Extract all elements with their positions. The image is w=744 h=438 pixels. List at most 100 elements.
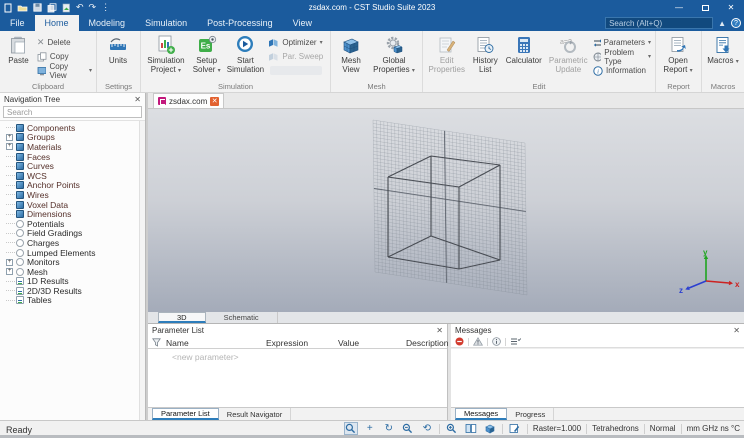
- macros-button[interactable]: Macros ▾: [704, 33, 742, 83]
- tree-item-lumped-elements[interactable]: Lumped Elements: [6, 248, 139, 258]
- tree-item-dimensions[interactable]: Dimensions: [6, 209, 139, 219]
- tree-item-voxel-data[interactable]: Voxel Data: [6, 200, 139, 210]
- tab-close-icon[interactable]: ✕: [210, 96, 220, 106]
- close-icon[interactable]: ✕: [733, 326, 740, 335]
- open-file-icon[interactable]: [17, 3, 28, 12]
- rotate-icon[interactable]: ↻: [382, 422, 396, 435]
- expand-icon[interactable]: +: [6, 268, 13, 276]
- bounding-box-icon[interactable]: [483, 422, 497, 435]
- document-tab[interactable]: zsdax.com ✕: [153, 93, 225, 108]
- simulation-project-button[interactable]: Simulation Project ▾: [143, 33, 189, 83]
- bottom-tab-progress[interactable]: Progress: [507, 408, 555, 420]
- warnings-filter-icon[interactable]: [473, 337, 483, 346]
- column-header-expression[interactable]: Expression: [266, 338, 308, 348]
- edit-properties-button[interactable]: Edit Properties: [425, 33, 468, 83]
- search-input[interactable]: [609, 18, 720, 28]
- bottom-tab-messages[interactable]: Messages: [455, 408, 508, 420]
- tree-search-box[interactable]: [3, 106, 142, 118]
- column-header-description[interactable]: Description: [406, 338, 449, 348]
- open-report-button[interactable]: Open Report ▾: [658, 33, 698, 83]
- filter-icon[interactable]: [152, 338, 161, 347]
- save-icon[interactable]: [33, 3, 42, 12]
- menu-tab-modeling[interactable]: Modeling: [79, 15, 136, 31]
- bottom-tab-result-navigator[interactable]: Result Navigator: [219, 408, 292, 420]
- history-list-icon: [474, 35, 496, 55]
- tree-item-mesh[interactable]: + Mesh: [6, 267, 139, 277]
- minimize-button[interactable]: —: [666, 0, 692, 15]
- pan-icon[interactable]: +: [363, 422, 377, 435]
- information-button[interactable]: i Information: [591, 64, 653, 77]
- tree-item-materials[interactable]: + Materials: [6, 142, 139, 152]
- column-header-name[interactable]: Name: [166, 338, 189, 348]
- parametric-update-button[interactable]: a=? Parametric Update: [546, 33, 591, 83]
- zoom-select-icon[interactable]: [343, 422, 358, 435]
- global-properties-button[interactable]: Global Properties ▾: [369, 33, 419, 83]
- tree-item-tables[interactable]: Tables: [6, 295, 139, 305]
- import-icon[interactable]: [62, 3, 71, 13]
- tree-item-components[interactable]: Components: [6, 123, 139, 133]
- view-tab-3d[interactable]: 3D: [158, 312, 206, 323]
- tree-item-wcs[interactable]: WCS: [6, 171, 139, 181]
- par-sweep-button[interactable]: Par. Sweep: [266, 50, 328, 63]
- customize-toolbar-icon[interactable]: ⋮: [101, 3, 110, 12]
- undo-icon[interactable]: ↶: [76, 3, 84, 12]
- message-options-icon[interactable]: [510, 337, 521, 346]
- tree-item-potentials[interactable]: Potentials: [6, 219, 139, 229]
- help-icon[interactable]: ?: [731, 18, 741, 28]
- menu-tab-simulation[interactable]: Simulation: [135, 15, 197, 31]
- messages-title: Messages: [455, 325, 492, 335]
- tree-item-anchor-points[interactable]: Anchor Points: [6, 180, 139, 190]
- menu-tab-home[interactable]: Home: [34, 15, 79, 31]
- calculator-button[interactable]: Calculator: [502, 33, 545, 83]
- close-icon[interactable]: ✕: [436, 326, 443, 335]
- optimizer-button[interactable]: Optimizer ▾: [266, 36, 328, 49]
- tree-scrollbar[interactable]: [139, 121, 145, 420]
- history-list-button[interactable]: History List: [468, 33, 502, 83]
- menu-tab-file[interactable]: File: [0, 15, 35, 31]
- tree-item-monitors[interactable]: + Monitors: [6, 257, 139, 267]
- copy-view-button[interactable]: Copy View ▾: [35, 62, 94, 80]
- tree-item-charges[interactable]: Charges: [6, 238, 139, 248]
- setup-solver-button[interactable]: Es Setup Solver ▾: [189, 33, 225, 83]
- save-all-icon[interactable]: [47, 2, 57, 13]
- rotate-view-icon[interactable]: ⟲: [420, 422, 434, 435]
- bottom-tab-parameter-list[interactable]: Parameter List: [152, 408, 219, 420]
- dynamic-zoom-icon[interactable]: [401, 422, 415, 435]
- raster-edit-icon[interactable]: [508, 422, 522, 435]
- info-filter-icon[interactable]: [492, 337, 501, 346]
- delete-button[interactable]: ✕ Delete: [35, 36, 94, 49]
- information-icon: i: [593, 65, 603, 76]
- close-button[interactable]: ✕: [718, 0, 744, 15]
- view-tab-schematic[interactable]: Schematic: [206, 312, 278, 323]
- new-file-icon[interactable]: [4, 3, 12, 13]
- menu-tab-view[interactable]: View: [283, 15, 322, 31]
- split-view-icon[interactable]: [464, 422, 478, 435]
- start-simulation-button[interactable]: Start Simulation: [225, 33, 267, 83]
- global-search-box[interactable]: [605, 17, 720, 29]
- tree-item-field-gradings[interactable]: Field Gradings: [6, 228, 139, 238]
- expand-icon[interactable]: +: [6, 258, 13, 266]
- close-icon[interactable]: ✕: [134, 95, 141, 104]
- tree-item-groups[interactable]: + Groups: [6, 132, 139, 142]
- maximize-button[interactable]: [692, 0, 718, 15]
- mesh-view-button[interactable]: Mesh View: [333, 33, 369, 83]
- menu-tab-post-processing[interactable]: Post-Processing: [197, 15, 283, 31]
- tree-item-curves[interactable]: Curves: [6, 161, 139, 171]
- zoom-extents-icon[interactable]: [445, 422, 459, 435]
- tree-item-1d-results[interactable]: 1D Results: [6, 276, 139, 286]
- 3d-viewport[interactable]: y x z: [148, 109, 744, 312]
- units-button[interactable]: Units: [99, 33, 137, 83]
- new-parameter-row[interactable]: <new parameter>: [148, 349, 447, 362]
- expand-icon[interactable]: +: [6, 143, 13, 151]
- collapse-ribbon-icon[interactable]: ▲: [718, 19, 726, 28]
- problem-type-button[interactable]: Problem Type ▾: [591, 48, 653, 66]
- tree-item-2d-3d-results[interactable]: 2D/3D Results: [6, 286, 139, 296]
- paste-button[interactable]: Paste: [2, 33, 35, 83]
- tree-search-input[interactable]: [7, 107, 138, 117]
- tree-item-wires[interactable]: Wires: [6, 190, 139, 200]
- tree-item-faces[interactable]: Faces: [6, 152, 139, 162]
- errors-filter-icon[interactable]: [455, 337, 464, 346]
- redo-icon[interactable]: ↷: [89, 3, 97, 12]
- column-header-value[interactable]: Value: [338, 338, 359, 348]
- expand-icon[interactable]: +: [6, 133, 13, 141]
